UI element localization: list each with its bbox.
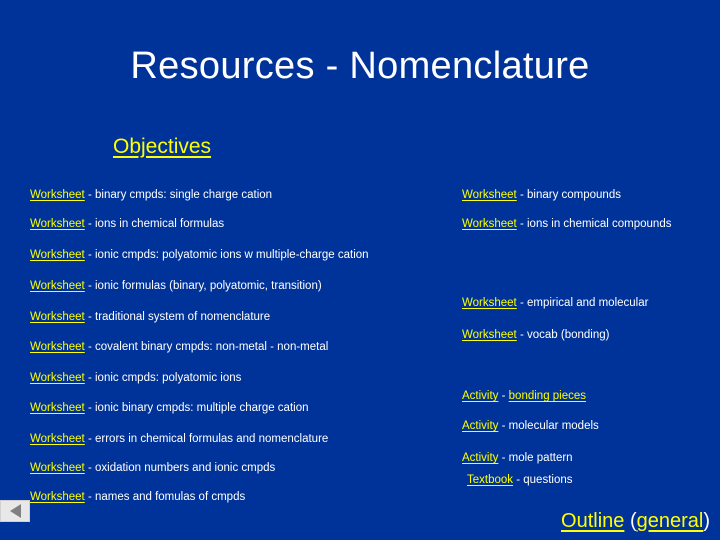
resource-description: binary cmpds: single charge cation bbox=[95, 189, 273, 201]
resource-link-row[interactable]: Worksheet - ionic binary cmpds: multiple… bbox=[30, 401, 309, 415]
resource-link-row[interactable]: Worksheet - ionic cmpds: polyatomic ions… bbox=[30, 248, 369, 262]
row-separator: - bbox=[84, 433, 95, 445]
resource-description: empirical and molecular bbox=[527, 297, 649, 309]
activity-link[interactable]: Activity bbox=[462, 420, 498, 432]
resource-link-row[interactable]: Worksheet - ions in chemical compounds bbox=[462, 217, 671, 231]
outline-open-paren: ( bbox=[624, 510, 637, 532]
resource-description: questions bbox=[523, 474, 573, 486]
row-separator: - bbox=[513, 474, 524, 486]
activity-link[interactable]: Activity bbox=[462, 390, 498, 402]
row-separator: - bbox=[516, 218, 527, 230]
resource-description: traditional system of nomenclature bbox=[95, 311, 271, 323]
row-separator: - bbox=[498, 390, 509, 402]
resource-link-row[interactable]: Activity - mole pattern bbox=[462, 451, 573, 465]
resource-link-row[interactable]: Worksheet - covalent binary cmpds: non-m… bbox=[30, 340, 328, 354]
row-separator: - bbox=[498, 452, 509, 464]
resource-link-row[interactable]: Worksheet - vocab (bonding) bbox=[462, 328, 609, 342]
outline-link[interactable]: Outline bbox=[561, 510, 624, 532]
row-separator: - bbox=[84, 189, 95, 201]
resource-link-row[interactable]: Worksheet - oxidation numbers and ionic … bbox=[30, 461, 275, 475]
resource-link-row[interactable]: Worksheet - binary compounds bbox=[462, 188, 621, 202]
resource-description: molecular models bbox=[508, 420, 599, 432]
row-separator: - bbox=[84, 249, 95, 261]
resource-link-row[interactable]: Worksheet - binary cmpds: single charge … bbox=[30, 188, 272, 202]
worksheet-link[interactable]: Worksheet bbox=[30, 341, 85, 353]
resource-description: ionic binary cmpds: multiple charge cati… bbox=[95, 402, 309, 414]
resource-link-row[interactable]: Worksheet - ions in chemical formulas bbox=[30, 217, 224, 231]
back-button[interactable] bbox=[0, 500, 30, 522]
resource-description: vocab (bonding) bbox=[527, 329, 610, 341]
row-separator: - bbox=[84, 280, 95, 292]
row-separator: - bbox=[84, 491, 95, 503]
resource-description: covalent binary cmpds: non-metal - non-m… bbox=[95, 341, 329, 353]
page-title: Resources - Nomenclature bbox=[130, 45, 590, 87]
row-separator: - bbox=[516, 189, 527, 201]
resource-description: ionic cmpds: polyatomic ions w multiple-… bbox=[95, 249, 369, 261]
row-separator: - bbox=[84, 462, 95, 474]
resource-link-row[interactable]: Textbook - questions bbox=[467, 473, 573, 487]
row-separator: - bbox=[516, 297, 527, 309]
activity-link[interactable]: Activity bbox=[462, 452, 498, 464]
worksheet-link[interactable]: Worksheet bbox=[30, 372, 85, 384]
resource-link-row[interactable]: Worksheet - ionic formulas (binary, poly… bbox=[30, 279, 322, 293]
worksheet-link[interactable]: Worksheet bbox=[30, 280, 85, 292]
worksheet-link[interactable]: Worksheet bbox=[30, 491, 85, 503]
worksheet-link[interactable]: Worksheet bbox=[30, 311, 85, 323]
resource-link-row[interactable]: Worksheet - empirical and molecular bbox=[462, 296, 648, 310]
row-separator: - bbox=[84, 218, 95, 230]
resource-link-row[interactable]: Worksheet - traditional system of nomenc… bbox=[30, 310, 270, 324]
textbook-link[interactable]: Textbook bbox=[467, 474, 513, 486]
resource-description: ions in chemical formulas bbox=[95, 218, 225, 230]
resource-description: mole pattern bbox=[508, 452, 573, 464]
resource-description: ionic cmpds: polyatomic ions bbox=[95, 372, 242, 384]
outline-general-link[interactable]: general bbox=[637, 510, 704, 532]
resource-link-row[interactable]: Activity - molecular models bbox=[462, 419, 599, 433]
outline-close-paren: ) bbox=[703, 510, 710, 532]
outline-footer: Outline (general) bbox=[448, 508, 710, 534]
slide-canvas: Resources - Nomenclature Objectives Work… bbox=[0, 0, 720, 540]
worksheet-link[interactable]: Worksheet bbox=[462, 329, 517, 341]
worksheet-link[interactable]: Worksheet bbox=[462, 297, 517, 309]
worksheet-link[interactable]: Worksheet bbox=[30, 249, 85, 261]
worksheet-link[interactable]: Worksheet bbox=[30, 189, 85, 201]
worksheet-link[interactable]: Worksheet bbox=[30, 433, 85, 445]
row-separator: - bbox=[84, 372, 95, 384]
row-separator: - bbox=[516, 329, 527, 341]
worksheet-link[interactable]: Worksheet bbox=[30, 218, 85, 230]
resource-link-row[interactable]: Worksheet - errors in chemical formulas … bbox=[30, 432, 328, 446]
resource-link-row[interactable]: Activity - bonding pieces bbox=[462, 389, 586, 403]
resource-description: oxidation numbers and ionic cmpds bbox=[95, 462, 276, 474]
worksheet-link[interactable]: Worksheet bbox=[462, 189, 517, 201]
resource-link-row[interactable]: Worksheet - names and fomulas of cmpds bbox=[30, 490, 245, 504]
worksheet-link[interactable]: Worksheet bbox=[30, 462, 85, 474]
resource-description: ions in chemical compounds bbox=[527, 218, 672, 230]
triangle-left-icon bbox=[9, 504, 21, 518]
resource-description: errors in chemical formulas and nomencla… bbox=[95, 433, 329, 445]
resource-description: names and fomulas of cmpds bbox=[95, 491, 246, 503]
worksheet-link[interactable]: Worksheet bbox=[30, 402, 85, 414]
row-separator: - bbox=[84, 402, 95, 414]
worksheet-link[interactable]: Worksheet bbox=[462, 218, 517, 230]
bonding-pieces-link[interactable]: bonding pieces bbox=[509, 390, 586, 402]
resource-description: binary compounds bbox=[527, 189, 621, 201]
row-separator: - bbox=[498, 420, 509, 432]
resource-description: ionic formulas (binary, polyatomic, tran… bbox=[95, 280, 322, 292]
resource-link-row[interactable]: Worksheet - ionic cmpds: polyatomic ions bbox=[30, 371, 241, 385]
objectives-link[interactable]: Objectives bbox=[113, 134, 211, 160]
row-separator: - bbox=[84, 311, 95, 323]
row-separator: - bbox=[84, 341, 95, 353]
